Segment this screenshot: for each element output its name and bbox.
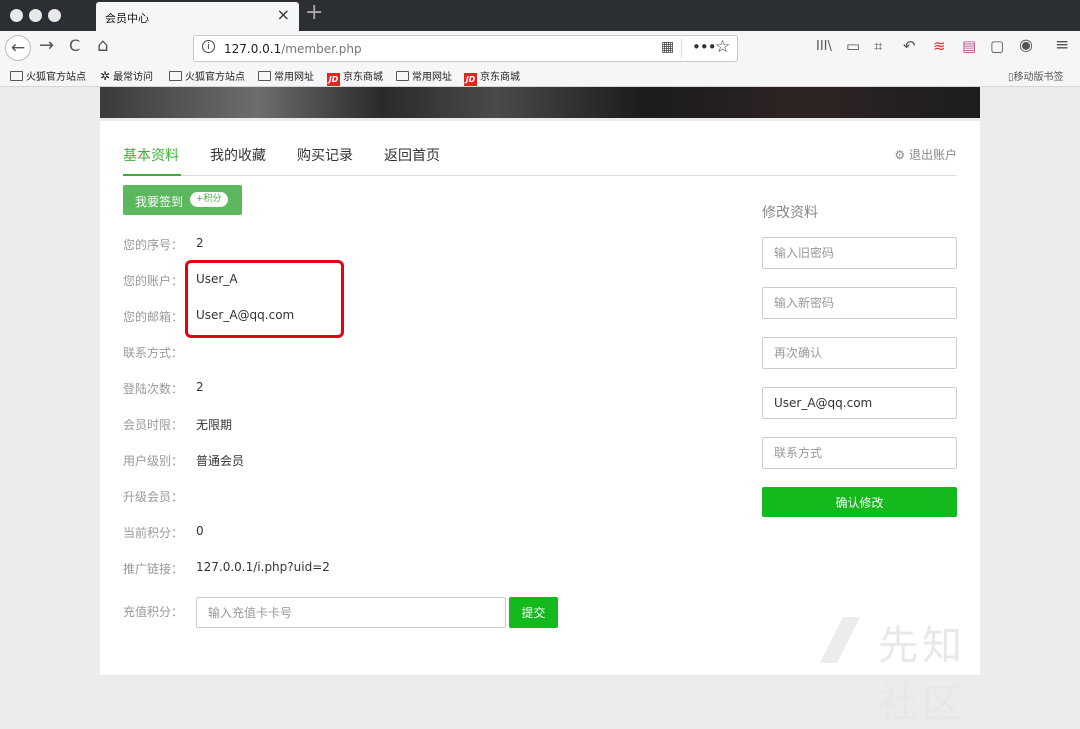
urlbar-divider: [681, 39, 682, 58]
confirm-edit-button[interactable]: 确认修改: [762, 487, 957, 517]
url-host: 127.0.0.1: [224, 42, 282, 56]
bookmarks-bar: 火狐官方站点 ✲ 最常访问 火狐官方站点 常用网址 JD 京东商城 常用网址 JD 京…: [0, 65, 1080, 87]
menu-icon[interactable]: ≡: [1055, 35, 1069, 55]
bookmark-item[interactable]: 常用网址: [258, 68, 314, 83]
bookmark-item[interactable]: JD 京东商城: [464, 68, 520, 86]
extension-icon[interactable]: ≋: [933, 37, 946, 55]
url-path: /member.php: [281, 42, 362, 56]
profile-row-points: 当前积分： 0: [123, 524, 204, 540]
edit-profile-title: 修改资料: [762, 205, 818, 221]
mobile-bookmarks[interactable]: ▯移动版书签: [1008, 68, 1064, 83]
bookmark-item[interactable]: 常用网址: [396, 68, 452, 83]
annotation-highlight-box: [185, 260, 344, 338]
record-icon[interactable]: ◉: [1019, 35, 1033, 54]
new-password-input[interactable]: [762, 287, 957, 319]
watermark-logo-icon: [820, 617, 860, 663]
bookmark-star-icon[interactable]: ☆: [715, 37, 730, 57]
undo-icon[interactable]: ↶: [903, 37, 916, 55]
folder-icon: [169, 71, 182, 81]
reload-button[interactable]: C: [69, 36, 80, 55]
recharge-label: 充值积分：: [123, 605, 184, 619]
tab-title: 会员中心: [105, 12, 149, 25]
active-tab-indicator: [123, 174, 181, 176]
profile-row-level: 用户级别： 普通会员: [123, 454, 245, 468]
header-banner-image: [100, 87, 980, 118]
profile-row-term: 会员时限： 无限期: [123, 418, 233, 432]
recharge-card-input[interactable]: [196, 597, 506, 628]
bookmark-item[interactable]: 火狐官方站点: [10, 68, 86, 83]
new-tab-button[interactable]: +: [305, 0, 323, 25]
browser-tab[interactable]: 会员中心 ×: [96, 2, 299, 31]
profile-row-id: 您的序号： 2: [123, 236, 204, 252]
jd-icon: JD: [464, 73, 477, 86]
close-window-icon[interactable]: [10, 9, 23, 22]
profile-row-referral: 推广链接： 127.0.0.1/i.php?uid=2: [123, 560, 330, 576]
profile-row-contact: 联系方式：: [123, 346, 184, 360]
profile-row-upgrade: 升级会员：: [123, 490, 184, 504]
tab-favorites[interactable]: 我的收藏: [210, 145, 266, 165]
tab-basic-info[interactable]: 基本资料: [123, 145, 179, 165]
translate-icon[interactable]: ▤: [962, 37, 976, 55]
settings-icon: ⚙: [894, 148, 906, 162]
email-input[interactable]: [762, 387, 957, 419]
library-icon[interactable]: III\: [816, 39, 832, 54]
recharge-submit-button[interactable]: 提交: [509, 597, 558, 628]
back-button[interactable]: ←: [5, 35, 31, 61]
forward-button[interactable]: →: [39, 35, 54, 56]
bookmark-item[interactable]: 火狐官方站点: [169, 68, 245, 83]
member-card: 基本资料 我的收藏 购买记录 返回首页 ⚙ 退出账户 我要签到 +积分 您的序号…: [100, 121, 980, 727]
qr-code-icon[interactable]: ▦: [661, 39, 674, 55]
folder-icon: [396, 71, 409, 81]
browser-titlebar: 会员中心 × +: [0, 0, 1080, 31]
points-badge: +积分: [190, 192, 228, 207]
old-password-input[interactable]: [762, 237, 957, 269]
url-text[interactable]: 127.0.0.1/member.php: [224, 42, 362, 56]
tab-home[interactable]: 返回首页: [384, 145, 440, 165]
profile-row-logins: 登陆次数： 2: [123, 380, 204, 396]
folder-icon: [258, 71, 271, 81]
site-info-icon[interactable]: i: [202, 40, 215, 53]
address-bar[interactable]: i 127.0.0.1/member.php ▦ ••• ☆: [193, 35, 738, 62]
member-tabs: 基本资料 我的收藏 购买记录 返回首页 ⚙ 退出账户: [123, 145, 957, 176]
contact-input[interactable]: [762, 437, 957, 469]
crop-icon[interactable]: ⌗: [874, 37, 882, 55]
browser-navbar: ← → C ⌂ i 127.0.0.1/member.php ▦ ••• ☆ I…: [0, 31, 1080, 65]
logout-link[interactable]: ⚙ 退出账户: [894, 146, 957, 163]
page-actions-icon[interactable]: •••: [692, 38, 717, 56]
minimize-window-icon[interactable]: [29, 9, 42, 22]
chat-icon[interactable]: ▢: [990, 37, 1004, 55]
bookmark-item[interactable]: JD 京东商城: [327, 68, 383, 86]
maximize-window-icon[interactable]: [48, 9, 61, 22]
signin-label: 我要签到: [135, 195, 184, 209]
tab-close-icon[interactable]: ×: [277, 5, 290, 24]
gear-icon: ✲: [100, 69, 111, 83]
watermark-text: 先知社区: [878, 623, 966, 727]
tab-purchases[interactable]: 购买记录: [297, 145, 353, 165]
bookmark-item[interactable]: ✲ 最常访问: [100, 68, 153, 83]
folder-icon: [10, 71, 23, 81]
home-button[interactable]: ⌂: [97, 35, 108, 56]
confirm-password-input[interactable]: [762, 337, 957, 369]
jd-icon: JD: [327, 73, 340, 86]
signin-button[interactable]: 我要签到 +积分: [123, 185, 242, 215]
sidebar-icon[interactable]: ▭: [846, 37, 860, 55]
